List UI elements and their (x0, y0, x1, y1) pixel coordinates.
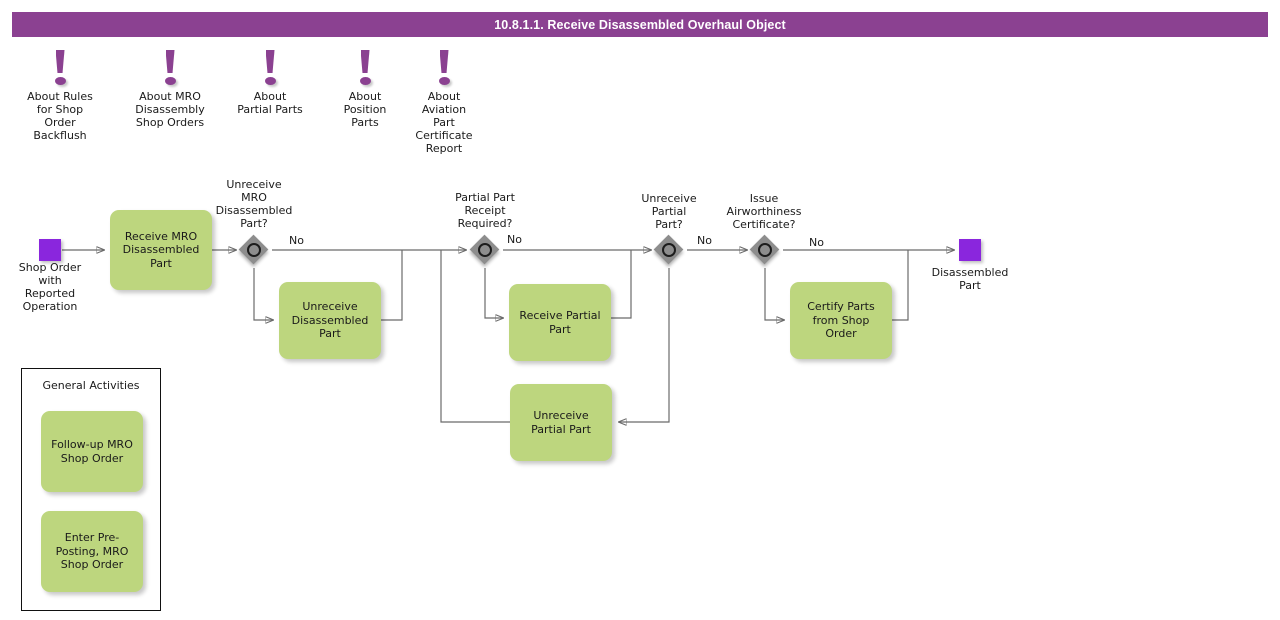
task-enter-pre-posting-mro-shop-order[interactable]: Enter Pre- Posting, MRO Shop Order (41, 511, 143, 592)
task-receive-partial-part[interactable]: Receive Partial Part (509, 284, 611, 361)
start-event[interactable] (39, 239, 61, 261)
start-event-label: Shop Order with Reported Operation (18, 261, 82, 313)
gateway-issue-airworthiness-certificate[interactable] (749, 234, 780, 265)
gateway-label: Unreceive Partial Part? (641, 192, 697, 231)
note-marker[interactable]: About MRO Disassembly Shop Orders (115, 50, 225, 129)
note-label: About Aviation Part Certificate Report (415, 90, 473, 155)
gateway-unreceive-partial-part[interactable] (653, 234, 684, 265)
exclamation-note-icon (5, 50, 115, 90)
task-receive-mro-disassembled-part[interactable]: Receive MRO Disassembled Part (110, 210, 212, 290)
task-follow-up-mro-shop-order[interactable]: Follow-up MRO Shop Order (41, 411, 143, 492)
note-label: About Partial Parts (237, 90, 303, 116)
note-marker[interactable]: About Rules for Shop Order Backflush (5, 50, 115, 142)
exclamation-note-icon (389, 50, 499, 90)
general-activities-title: General Activities (42, 379, 140, 392)
note-label: About MRO Disassembly Shop Orders (135, 90, 205, 129)
flow-label-no: No (697, 234, 712, 247)
exclamation-note-icon (115, 50, 225, 90)
end-event[interactable] (959, 239, 981, 261)
exclamation-note-icon (215, 50, 325, 90)
end-event-label: Disassembled Part (931, 266, 1009, 292)
gateway-inclusive-ring-icon (247, 243, 261, 257)
note-marker[interactable]: About Partial Parts (215, 50, 325, 116)
gateway-inclusive-ring-icon (478, 243, 492, 257)
flow-label-no: No (507, 233, 522, 246)
note-label: About Rules for Shop Order Backflush (27, 90, 93, 142)
gateway-unreceive-mro-disassembled-part[interactable] (238, 234, 269, 265)
gateway-label: Issue Airworthiness Certificate? (726, 192, 802, 231)
task-unreceive-partial-part[interactable]: Unreceive Partial Part (510, 384, 612, 461)
gateway-inclusive-ring-icon (662, 243, 676, 257)
flow-label-no: No (289, 234, 304, 247)
flow-label-no: No (809, 236, 824, 249)
diagram-canvas: 10.8.1.1. Receive Disassembled Overhaul … (0, 0, 1280, 620)
task-unreceive-disassembled-part[interactable]: Unreceive Disassembled Part (279, 282, 381, 359)
gateway-inclusive-ring-icon (758, 243, 772, 257)
note-marker[interactable]: About Aviation Part Certificate Report (389, 50, 499, 155)
gateway-partial-part-receipt-required[interactable] (469, 234, 500, 265)
gateway-label: Partial Part Receipt Required? (455, 191, 515, 230)
gateway-label: Unreceive MRO Disassembled Part? (215, 178, 293, 230)
general-activities-group: General Activities Follow-up MRO Shop Or… (21, 368, 161, 611)
page-title: 10.8.1.1. Receive Disassembled Overhaul … (12, 12, 1268, 37)
task-certify-parts-from-shop-order[interactable]: Certify Parts from Shop Order (790, 282, 892, 359)
